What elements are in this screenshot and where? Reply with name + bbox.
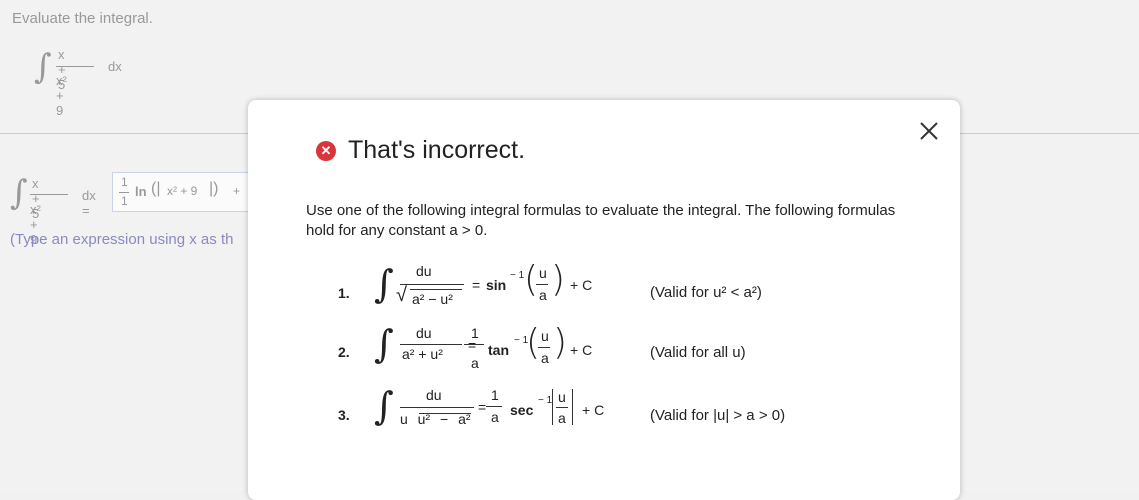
formula-exp: − 1 xyxy=(538,395,553,406)
answer-coef-num: 1 xyxy=(121,175,128,189)
answer-abs-arg: x² + 9 xyxy=(167,184,198,198)
formula-equals: = xyxy=(472,277,481,293)
formula-func: sin xyxy=(486,277,507,293)
background-integral-dx: dx xyxy=(108,59,122,74)
formula-equals: = xyxy=(478,399,487,415)
formula-valid: (Valid for u² < a²) xyxy=(650,284,762,301)
formula-instruction: Use one of the following integral formul… xyxy=(306,202,896,239)
formula-numerator: du xyxy=(416,325,432,341)
background-integral-denominator: x² + 9 xyxy=(56,73,67,118)
formula-1: 1. ∫ du √ a² − u² = sin − 1 ( u a ) + C … xyxy=(338,259,762,308)
feedback-dialog: ✕ That's incorrect. Use one of the follo… xyxy=(248,100,960,500)
formula-coef-num: 1 xyxy=(471,325,479,341)
formula-exp: − 1 xyxy=(510,270,525,281)
formula-arg-den: a xyxy=(541,350,549,366)
answer-input[interactable]: 1 1 ln (| x² + 9 |) + xyxy=(112,172,249,212)
formula-numerator: du xyxy=(426,387,442,403)
formula-plus-c: + C xyxy=(570,342,593,358)
status-text: That's incorrect. xyxy=(348,136,526,164)
background-instruction: Evaluate the integral. xyxy=(12,10,153,27)
formula-arg-num: u xyxy=(541,328,549,344)
formula-2: 2. ∫ du a² + u² = 1 a tan − 1 ( u a ) + … xyxy=(338,322,746,372)
formula-arg-num: u xyxy=(558,389,566,405)
formula-plus-c: + C xyxy=(582,402,605,418)
formula-arg-den: a xyxy=(558,410,566,426)
formula-3: 3. ∫ du u u² − a² = 1 a sec − 1 u a + C … xyxy=(338,384,786,428)
formula-arg-den: a xyxy=(539,287,547,303)
status-message: ✕ That's incorrect. xyxy=(316,136,525,165)
formula-valid: (Valid for |u| > a > 0) xyxy=(650,407,786,424)
formula-number: 1. xyxy=(338,285,350,301)
answer-plus: + xyxy=(233,184,241,198)
formula-valid: (Valid for all u) xyxy=(650,344,746,361)
type-note: (Type an expression using x as th xyxy=(10,231,234,248)
formula-coef-den: a xyxy=(471,355,479,371)
formula-coef-num: 1 xyxy=(491,387,499,403)
formula-numerator: du xyxy=(416,263,432,279)
formula-number: 2. xyxy=(338,344,350,360)
formula-coef-den: a xyxy=(491,409,499,425)
formula-func: tan xyxy=(488,342,509,358)
formula-func: sec xyxy=(510,402,534,418)
answer-ln: ln xyxy=(135,184,147,199)
answer-coef-den: 1 xyxy=(121,194,128,208)
formula-number: 3. xyxy=(338,407,350,423)
formula-plus-c: + C xyxy=(570,277,593,293)
formula-arg-num: u xyxy=(539,265,547,281)
close-icon[interactable] xyxy=(916,118,942,144)
answer-dx-eq: dx = xyxy=(82,188,96,218)
formula-denominator: a² + u² xyxy=(402,346,443,362)
formula-denominator: a² − u² xyxy=(412,291,453,307)
error-x-circle-icon: ✕ xyxy=(316,140,336,161)
